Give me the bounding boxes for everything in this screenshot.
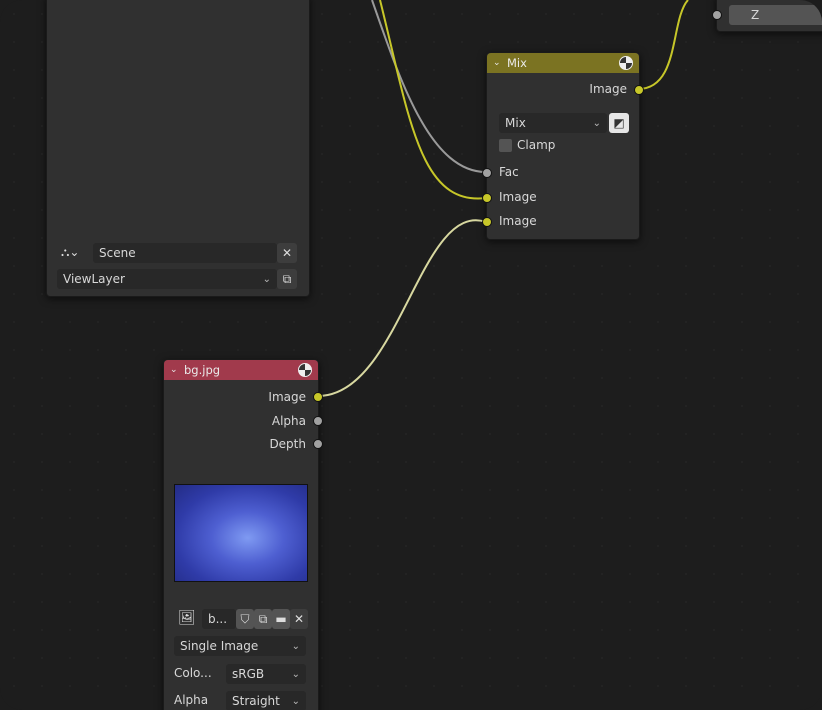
view-layer-select[interactable]: ViewLayer ⌄ <box>57 269 277 289</box>
chevron-down-icon: ⌄ <box>291 695 300 707</box>
z-label: Z <box>751 8 760 22</box>
collapse-icon[interactable]: ⌄ <box>170 365 180 375</box>
scene-icon[interactable]: ⛬⌄ <box>61 245 79 260</box>
top-right-node[interactable]: Z 1. <box>712 0 822 32</box>
blend-mode-select[interactable]: Mix ⌄ <box>499 113 607 133</box>
mix-output-socket[interactable] <box>634 85 644 95</box>
new-image-button[interactable]: ⧉ <box>254 609 272 629</box>
preview-sphere-icon[interactable] <box>619 56 633 70</box>
depth-output-socket[interactable] <box>313 439 323 449</box>
image-node-title: bg.jpg <box>184 363 221 377</box>
mix-node[interactable]: ⌄ Mix Image Mix ⌄ ◩ Clamp Fac Image Imag… <box>482 52 644 240</box>
image-node-header[interactable]: ⌄ bg.jpg <box>164 360 318 380</box>
shield-icon: ⛉ <box>240 611 250 626</box>
clamp-checkbox[interactable] <box>499 139 512 152</box>
color-space-label: Colo... <box>174 666 212 680</box>
image-output-label: Image <box>268 390 306 404</box>
image-datablock-field[interactable]: b... <box>202 609 236 629</box>
clear-scene-button[interactable]: ✕ <box>277 243 297 263</box>
z-field[interactable]: Z 1. <box>729 5 822 25</box>
unlink-image-button[interactable]: ✕ <box>290 609 308 629</box>
mix-node-title: Mix <box>507 56 527 70</box>
link-mix-output <box>637 0 689 90</box>
image-input-socket-1[interactable] <box>482 193 492 203</box>
copy-icon: ⧉ <box>282 271 292 286</box>
alpha-mode-value: Straight <box>232 694 280 708</box>
folder-icon: ▬ <box>275 612 287 626</box>
chevron-down-icon: ⌄ <box>592 117 601 129</box>
preview-sphere-icon[interactable] <box>298 363 312 377</box>
image-source-select[interactable]: Single Image ⌄ <box>174 636 306 656</box>
depth-output-label: Depth <box>269 437 306 451</box>
scene-field[interactable]: Scene <box>93 243 277 263</box>
alpha-icon: ◩ <box>613 116 625 130</box>
close-icon: ✕ <box>293 612 305 626</box>
alpha-output-socket[interactable] <box>313 416 323 426</box>
view-layer-value: ViewLayer <box>63 272 125 286</box>
image-input-socket-2[interactable] <box>482 217 492 227</box>
image-input-label-1: Image <box>499 190 537 204</box>
clamp-label: Clamp <box>517 138 556 152</box>
node-editor-canvas[interactable]: Z 1. ⛬⌄ Scene ✕ ViewLayer ⌄ ⧉ ⌄ Mix Imag… <box>0 0 822 710</box>
image-preview <box>174 484 308 582</box>
blend-mode-value: Mix <box>505 116 526 130</box>
mix-output-label: Image <box>589 82 627 96</box>
open-image-button[interactable]: ▬ <box>272 609 290 629</box>
alpha-mode-select[interactable]: Straight ⌄ <box>226 691 306 710</box>
color-space-select[interactable]: sRGB ⌄ <box>226 664 306 684</box>
chevron-down-icon: ⌄ <box>262 273 271 285</box>
duplicate-icon: ⧉ <box>258 611 268 626</box>
image-input-label-2: Image <box>499 214 537 228</box>
image-browse-icon[interactable]: 🖼 <box>178 610 196 626</box>
render-layers-node[interactable]: ⛬⌄ Scene ✕ ViewLayer ⌄ ⧉ <box>46 0 310 297</box>
z-input-socket[interactable] <box>712 10 722 20</box>
scene-value: Scene <box>99 246 136 260</box>
image-name: b... <box>208 612 228 626</box>
link-fac <box>371 0 487 173</box>
alpha-mode-label: Alpha <box>174 693 209 707</box>
color-space-value: sRGB <box>232 667 265 681</box>
chevron-down-icon: ⌄ <box>291 668 300 680</box>
close-icon: ✕ <box>281 246 293 260</box>
view-layer-browse-button[interactable]: ⧉ <box>277 269 297 289</box>
link-image-2 <box>317 219 487 397</box>
alpha-output-label: Alpha <box>271 414 306 428</box>
chevron-down-icon: ⌄ <box>291 640 300 652</box>
image-node[interactable]: ⌄ bg.jpg Image Alpha Depth 🖼 b... ⛉ ⧉ ▬ … <box>163 359 323 710</box>
mix-node-header[interactable]: ⌄ Mix <box>487 53 639 73</box>
image-source-value: Single Image <box>180 639 259 653</box>
fac-input-socket[interactable] <box>482 168 492 178</box>
image-output-socket[interactable] <box>313 392 323 402</box>
use-alpha-toggle[interactable]: ◩ <box>609 113 629 133</box>
collapse-icon[interactable]: ⌄ <box>493 58 503 68</box>
fac-label: Fac <box>499 165 519 179</box>
fake-user-button[interactable]: ⛉ <box>236 609 254 629</box>
